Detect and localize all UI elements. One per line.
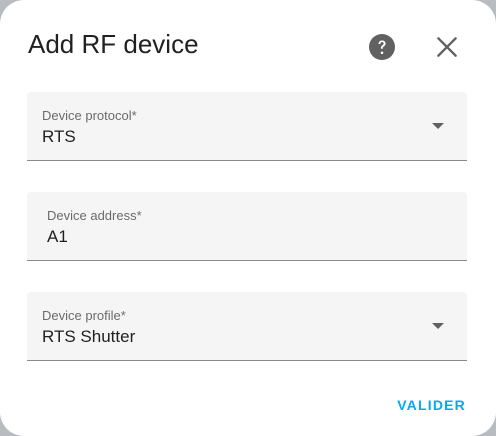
device-profile-value: RTS Shutter <box>42 327 136 346</box>
device-protocol-select[interactable]: Device protocol* RTS <box>27 92 467 161</box>
device-profile-label: Device profile* <box>42 308 126 323</box>
device-protocol-value: RTS <box>42 127 76 146</box>
device-protocol-label: Device protocol* <box>42 108 137 123</box>
chevron-down-icon <box>432 123 444 129</box>
close-icon[interactable] <box>434 34 460 60</box>
add-rf-device-dialog: Add RF device Device protocol* RTS Devic… <box>0 0 496 436</box>
chevron-down-icon <box>432 323 444 329</box>
valider-button[interactable]: VALIDER <box>397 396 466 414</box>
device-address-input[interactable]: Device address* A1 <box>27 192 467 261</box>
dialog-title: Add RF device <box>28 29 199 59</box>
device-address-value: A1 <box>47 227 68 246</box>
help-icon[interactable] <box>369 34 395 60</box>
device-profile-select[interactable]: Device profile* RTS Shutter <box>27 292 467 361</box>
device-address-label: Device address* <box>47 208 142 223</box>
